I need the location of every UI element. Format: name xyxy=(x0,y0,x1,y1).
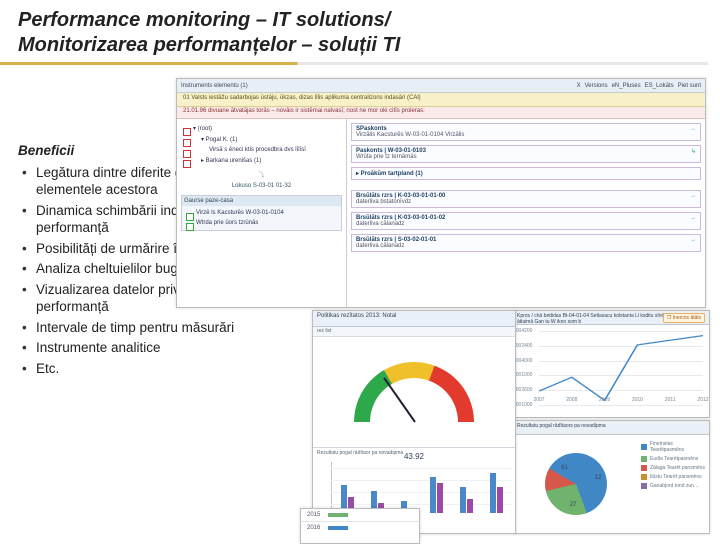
pie-title: Rezultatu pogal rādītaors pa novadipma xyxy=(513,421,709,435)
legend-item: Finetnelas Tearētpasmēns xyxy=(641,441,707,453)
toolbar-label: Instruments elementu (1) xyxy=(181,83,248,89)
year-row: 2015 xyxy=(301,509,419,521)
pie-legend: Finetnelas Tearētpasmēns Eudla Tearētpasm… xyxy=(639,435,709,533)
tree-node[interactable]: ▾ Pogal K. (1) xyxy=(181,134,342,145)
pie-slice-label: 61 xyxy=(561,465,568,471)
highlight-row-red: 21.01.96 divuane ātvatājas torās – novāi… xyxy=(177,107,705,119)
sub-block: Gaurse paze-casa Virzē ls Kacsturēs W-03… xyxy=(181,195,342,231)
export-button[interactable]: ❐ Inercns ātāls xyxy=(663,313,705,323)
title-underline xyxy=(0,62,708,65)
arrow-icon: → xyxy=(690,193,696,199)
arrow-icon: → xyxy=(690,237,696,243)
line-chart: 1004200100240010040001001000100260010010… xyxy=(539,331,703,405)
info-card[interactable]: ↳ Paskonts | W-03-01-0103 Wrūta prie tz … xyxy=(351,145,701,163)
gauge-subtitle: rez list xyxy=(313,327,515,337)
tree-node[interactable]: Virsā s ēneci ktis procedbra dvs līlīsī xyxy=(181,145,342,155)
gauge-needle-icon xyxy=(383,377,416,422)
card-sub: daterliva cālanadz xyxy=(356,221,696,227)
toolbar-btn[interactable]: Versions xyxy=(585,83,608,89)
result-card[interactable]: → Brsūlāts rzrs | K-03-03-01-01-02 dater… xyxy=(351,212,701,230)
card-sub: daterliva bstatonīvdz xyxy=(356,199,696,205)
highlight-row-yellow: 01 Valsts iestāžu sadarbojas ūstāju, ūkz… xyxy=(177,93,705,107)
sub-item[interactable]: Virzē ls Kacsturēs W-03-01-0104 xyxy=(184,208,339,218)
legend-item: Ganabjord tond zun… xyxy=(641,483,707,489)
bar-pair xyxy=(490,473,503,513)
gauge-chart: 43.92 xyxy=(313,337,515,447)
x-tick: 2007 xyxy=(533,397,544,403)
app-screenshot-main: Instruments elementu (1) X Versions eN_P… xyxy=(176,78,706,308)
list-item: Intervale de timp pentru măsurări xyxy=(18,319,288,337)
gauge-screenshot: Politikas rezītatos 2013: Notal rez list… xyxy=(312,310,516,534)
card-sub: Wrūta prie tz ternāmās xyxy=(356,154,696,160)
list-item: Instrumente analitice xyxy=(18,339,288,357)
year-legend-card: 20152016 xyxy=(300,508,420,544)
result-card[interactable]: → Brsūlāts rzrs | S-03-02-01-01 daterliv… xyxy=(351,234,701,252)
tree-node[interactable]: ▾ (root) xyxy=(181,123,342,134)
pie-screenshot: Rezultatu pogal rādītaors pa novadipma 6… xyxy=(512,420,710,534)
pie-slice-label: 12 xyxy=(595,475,602,481)
x-tick: 2008 xyxy=(566,397,577,403)
toolbar-btn[interactable]: ES_Lokāts xyxy=(645,83,674,89)
top-toolbar: Instruments elementu (1) X Versions eN_P… xyxy=(177,79,705,93)
bar-chart-title: Rezultatu pogal rādītaor pa novadipma xyxy=(317,450,403,456)
title-romanian: Monitorizarea performanțelor – soluții T… xyxy=(18,34,400,56)
pie-chart: 61 27 12 xyxy=(534,442,619,527)
left-tree-column: ▾ (root) ▾ Pogal K. (1) Virsā s ēneci kt… xyxy=(177,119,347,307)
x-tick: 2012 xyxy=(697,397,708,403)
sub-block-title: Gaurse paze-casa xyxy=(182,196,341,206)
bar-pair xyxy=(460,487,473,513)
card-sub: daterliva cālanadz xyxy=(356,243,696,249)
legend-item: Zālaga Tearēt pansmēns xyxy=(641,465,707,471)
title-english: Performance monitoring – IT solutions/ xyxy=(18,9,390,31)
info-card[interactable]: → SPaskonts Virzālis Kacsturēs W-03-01-0… xyxy=(351,123,701,141)
line-path xyxy=(539,331,703,405)
card-title: ▸ Proākūm tartpland (1) xyxy=(356,170,696,177)
sub-item[interactable]: Wtrda prie ūors tzrūnās xyxy=(184,218,339,228)
card-sub: Virzālis Kacsturēs W-03-01-0104 Virzālis xyxy=(356,132,696,138)
x-tick: 2011 xyxy=(665,397,676,403)
list-item: Etc. xyxy=(18,360,288,378)
toolbar-btn[interactable]: X xyxy=(577,83,581,89)
right-cards-column: → SPaskonts Virzālis Kacsturēs W-03-01-0… xyxy=(347,119,705,307)
arrow-icon: → xyxy=(690,126,696,132)
link-arrow-icon: ⤵ xyxy=(181,170,342,179)
pie-slice-label: 27 xyxy=(570,502,577,508)
line-screenshot: Kpros / chā bettidas Bt-04-01-04 Setlasa… xyxy=(512,310,710,418)
bar-pair xyxy=(430,477,443,513)
tree-node[interactable]: ▸ Barkana urenišas (1) xyxy=(181,155,342,166)
arrow-icon: → xyxy=(690,215,696,221)
toolbar-btn[interactable]: eN_Pluses xyxy=(612,83,641,89)
info-card[interactable]: ▸ Proākūm tartpland (1) xyxy=(351,167,701,180)
legend-item: Eudla Tearētpasmēns xyxy=(641,456,707,462)
x-tick: 2010 xyxy=(632,397,643,403)
x-tick: 2009 xyxy=(599,397,610,403)
result-card[interactable]: → Brsūlāts rzrs | K-03-03-01-01-00 dater… xyxy=(351,190,701,208)
arrow-icon: ↳ xyxy=(691,148,696,155)
link-code: Lokuso S-03-01 01-32 xyxy=(181,183,342,189)
toolbar-btn[interactable]: Piet sunt xyxy=(678,83,701,89)
legend-item: Ilūstu Tearēt pansmēns xyxy=(641,474,707,480)
year-row: 2016 xyxy=(301,521,419,534)
gauge-title: Politikas rezītatos 2013: Notal xyxy=(313,311,515,327)
